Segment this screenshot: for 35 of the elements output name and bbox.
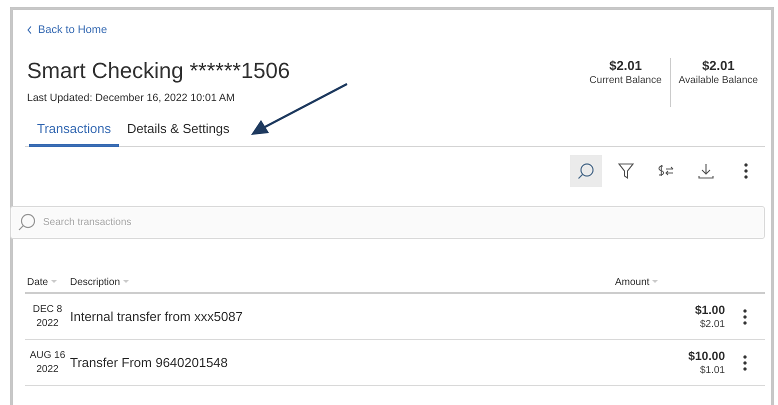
balance-label: Current Balance bbox=[589, 74, 662, 88]
running-balance: $2.01 bbox=[700, 318, 725, 332]
sort-caret-icon bbox=[51, 280, 58, 284]
transaction-description: Internal transfer from xxx5087 bbox=[70, 308, 243, 324]
transaction-amount: $10.00 bbox=[688, 348, 725, 364]
transaction-amount: $1.00 bbox=[694, 302, 725, 318]
balance-label: Available Balance bbox=[678, 74, 758, 88]
search-button[interactable] bbox=[570, 155, 602, 188]
search-field[interactable]: Search transactions bbox=[10, 206, 765, 240]
back-link[interactable]: Back to Home bbox=[27, 22, 108, 38]
date-month-day: DEC 8 bbox=[32, 302, 62, 317]
column-header[interactable]: Amount bbox=[615, 274, 658, 290]
more-icon bbox=[743, 354, 747, 371]
more-icon bbox=[743, 308, 747, 325]
date-year: 2022 bbox=[36, 362, 59, 377]
account-title: Smart Checking ******1506 bbox=[27, 57, 290, 85]
sort-caret-icon bbox=[123, 280, 130, 284]
column-header[interactable]: Description bbox=[70, 274, 130, 290]
sort-caret-icon bbox=[652, 280, 658, 284]
column-header[interactable]: Date bbox=[25, 274, 58, 290]
search-icon bbox=[18, 213, 36, 232]
transaction-description: Transfer From 9640201548 bbox=[70, 354, 228, 370]
search-icon bbox=[577, 162, 595, 180]
tab[interactable]: Transactions bbox=[29, 116, 119, 148]
date-year: 2022 bbox=[36, 316, 59, 331]
running-balance: $1.01 bbox=[700, 364, 725, 378]
more-icon bbox=[744, 163, 748, 180]
tab[interactable]: Details & Settings bbox=[118, 116, 238, 148]
filter-icon bbox=[617, 162, 635, 180]
balance-amount: $2.01 bbox=[609, 58, 642, 74]
date-month-day: AUG 16 bbox=[30, 348, 66, 363]
balance-amount: $2.01 bbox=[702, 58, 735, 74]
last-updated-text: Last Updated: December 16, 2022 10:01 AM bbox=[27, 91, 236, 106]
download-icon bbox=[697, 162, 715, 180]
chevron-left-icon bbox=[27, 26, 32, 34]
